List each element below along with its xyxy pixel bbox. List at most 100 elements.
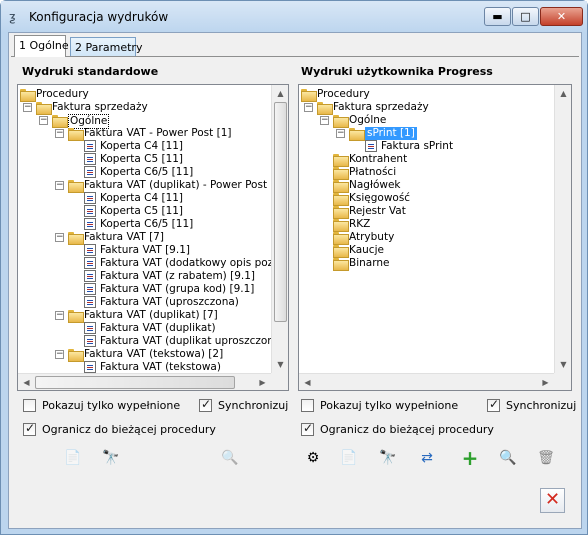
collapse-icon[interactable]: − [336, 129, 345, 138]
maximize-button[interactable]: □ [512, 7, 539, 26]
tree-node-label: RKZ [349, 218, 371, 230]
checkbox-label: Pokazuj tylko wypełnione [42, 399, 181, 412]
tree-node-label: Faktura sprzedaży [52, 101, 148, 113]
folder-icon [317, 102, 333, 115]
scroll-left-icon[interactable]: ◀ [299, 374, 316, 391]
report-icon [84, 153, 96, 165]
left-horizontal-scrollbar[interactable]: ◀ ▶ [18, 373, 271, 390]
collapse-icon[interactable]: − [55, 233, 64, 242]
standard-prints-tree[interactable]: Procedury − Faktura sprzedaży − Ogólne − Faktu… [17, 84, 289, 391]
tree-node-label: Koperta C5 [11] [100, 205, 184, 217]
tree-node-label: Faktura VAT (tekstowa) [100, 361, 221, 373]
tree-node-label: Faktura VAT (grupa kod) [9.1] [100, 283, 255, 295]
left-vertical-scrollbar[interactable]: ▲ ▼ [271, 85, 288, 373]
collapse-icon[interactable]: − [55, 129, 64, 138]
checkbox-label: Ogranicz do bieżącej procedury [42, 423, 216, 436]
tab-parameters[interactable]: 2 Parametry [70, 37, 142, 57]
folder-icon [333, 258, 349, 271]
tree-node-label: Binarne [349, 257, 390, 269]
left-panel-title: Wydruki standardowe [22, 65, 159, 78]
folder-icon [36, 102, 52, 115]
tree-node-label: Atrybuty [349, 231, 395, 243]
folder-icon [68, 232, 84, 245]
tree-node-label: Faktura sPrint [381, 140, 454, 152]
checkbox-box[interactable] [301, 399, 314, 412]
tree-node-label: Faktura VAT (duplikat) [7] [84, 309, 218, 321]
collapse-icon[interactable]: − [55, 350, 64, 359]
gear-icon[interactable]: ⚙ [302, 447, 324, 469]
magnifier-icon[interactable]: 🔍 [497, 447, 519, 469]
scroll-left-icon[interactable]: ◀ [18, 374, 35, 391]
tree-node-label: Koperta C4 [11] [100, 140, 184, 152]
tab-general[interactable]: 1 Ogólne [14, 35, 69, 57]
folder-icon [333, 219, 349, 232]
h-scroll-thumb[interactable] [35, 376, 235, 389]
scroll-down-icon[interactable]: ▼ [555, 356, 572, 373]
tree-node-label: Ogólne [349, 114, 387, 126]
tree-node-label: Faktura VAT (duplikat uproszczonej [100, 335, 271, 347]
checkbox-box[interactable] [23, 421, 36, 436]
title-bar: ƺ Konfiguracja wydruków ▬ □ ✕ [1, 1, 587, 33]
tree-node-label: Faktura VAT (tekstowa) [2] [84, 348, 224, 360]
folder-icon [333, 232, 349, 245]
folder-icon [333, 245, 349, 258]
tree-node-label: Rejestr Vat [349, 205, 406, 217]
folder-icon [333, 193, 349, 206]
folder-icon [349, 128, 365, 141]
scroll-down-icon[interactable]: ▼ [272, 356, 289, 373]
collapse-icon[interactable]: − [39, 116, 48, 125]
folder-icon [68, 310, 84, 323]
minimize-button[interactable]: ▬ [484, 7, 511, 26]
tree-node-label: Koperta C6/5 [11] [100, 218, 194, 230]
scroll-right-icon[interactable]: ▶ [537, 374, 554, 391]
checkbox-label: Ogranicz do bieżącej procedury [320, 423, 494, 436]
collapse-icon[interactable]: − [55, 181, 64, 190]
collapse-icon[interactable]: − [320, 116, 329, 125]
checkbox-box[interactable] [301, 421, 314, 436]
add-icon[interactable]: + [459, 447, 481, 469]
folder-icon [52, 115, 68, 128]
tree-node-label: Faktura VAT (z rabatem) [9.1] [100, 270, 256, 282]
binoculars-icon[interactable]: 🔭 [377, 447, 399, 469]
tab-page-general: Wydruki standardowe Procedury − Faktura sp… [11, 56, 579, 489]
folder-icon [333, 154, 349, 167]
right-horizontal-scrollbar[interactable]: ◀ ▶ [299, 373, 554, 390]
checkbox-box[interactable] [23, 399, 36, 412]
right-vertical-scrollbar[interactable]: ▲ ▼ [554, 85, 571, 373]
tree-node-label: Faktura VAT (dodatkowy opis pozyc [100, 257, 271, 269]
checkbox-box[interactable] [487, 397, 500, 412]
import-icon[interactable]: ⇄ [416, 447, 438, 469]
copy-icon[interactable]: 📄 [338, 447, 360, 469]
folder-icon [333, 206, 349, 219]
tree-node-label: Faktura VAT [9.1] [100, 244, 190, 256]
scroll-up-icon[interactable]: ▲ [555, 85, 572, 102]
scroll-right-icon[interactable]: ▶ [254, 374, 271, 391]
copy-icon[interactable]: 📄 [62, 447, 84, 469]
binoculars-icon[interactable]: 🔭 [100, 447, 122, 469]
tree-node-label: Faktura VAT - Power Post [1] [84, 127, 232, 139]
report-icon [84, 296, 96, 308]
folder-icon [68, 128, 84, 141]
folder-icon [20, 89, 36, 102]
report-icon [84, 335, 96, 347]
checkbox-box[interactable] [199, 397, 212, 412]
right-tree-view[interactable]: Procedury − Faktura sprzedaży − Ogólne − sPrin… [299, 85, 554, 373]
close-button[interactable]: ✕ [540, 488, 565, 513]
tree-node-label: Faktura VAT (uproszczona) [100, 296, 239, 308]
scroll-thumb[interactable] [274, 102, 287, 322]
left-tree-view[interactable]: Procedury − Faktura sprzedaży − Ogólne − Faktu… [18, 85, 271, 373]
close-window-button[interactable]: ✕ [540, 7, 583, 26]
trash-icon[interactable]: 🗑 [535, 447, 557, 469]
magnifier-icon[interactable]: 🔍 [219, 447, 241, 469]
report-icon [84, 322, 96, 334]
collapse-icon[interactable]: − [55, 311, 64, 320]
folder-icon [68, 349, 84, 362]
tree-node-label: Faktura VAT [7] [84, 231, 164, 243]
tree-node-label: Kontrahent [349, 153, 408, 165]
report-icon [84, 192, 96, 204]
user-prints-tree[interactable]: Procedury − Faktura sprzedaży − Ogólne − sPrin… [298, 84, 572, 391]
collapse-icon[interactable]: − [304, 103, 313, 112]
collapse-icon[interactable]: − [23, 103, 32, 112]
window-title: Konfiguracja wydruków [29, 10, 169, 24]
scroll-up-icon[interactable]: ▲ [272, 85, 289, 102]
